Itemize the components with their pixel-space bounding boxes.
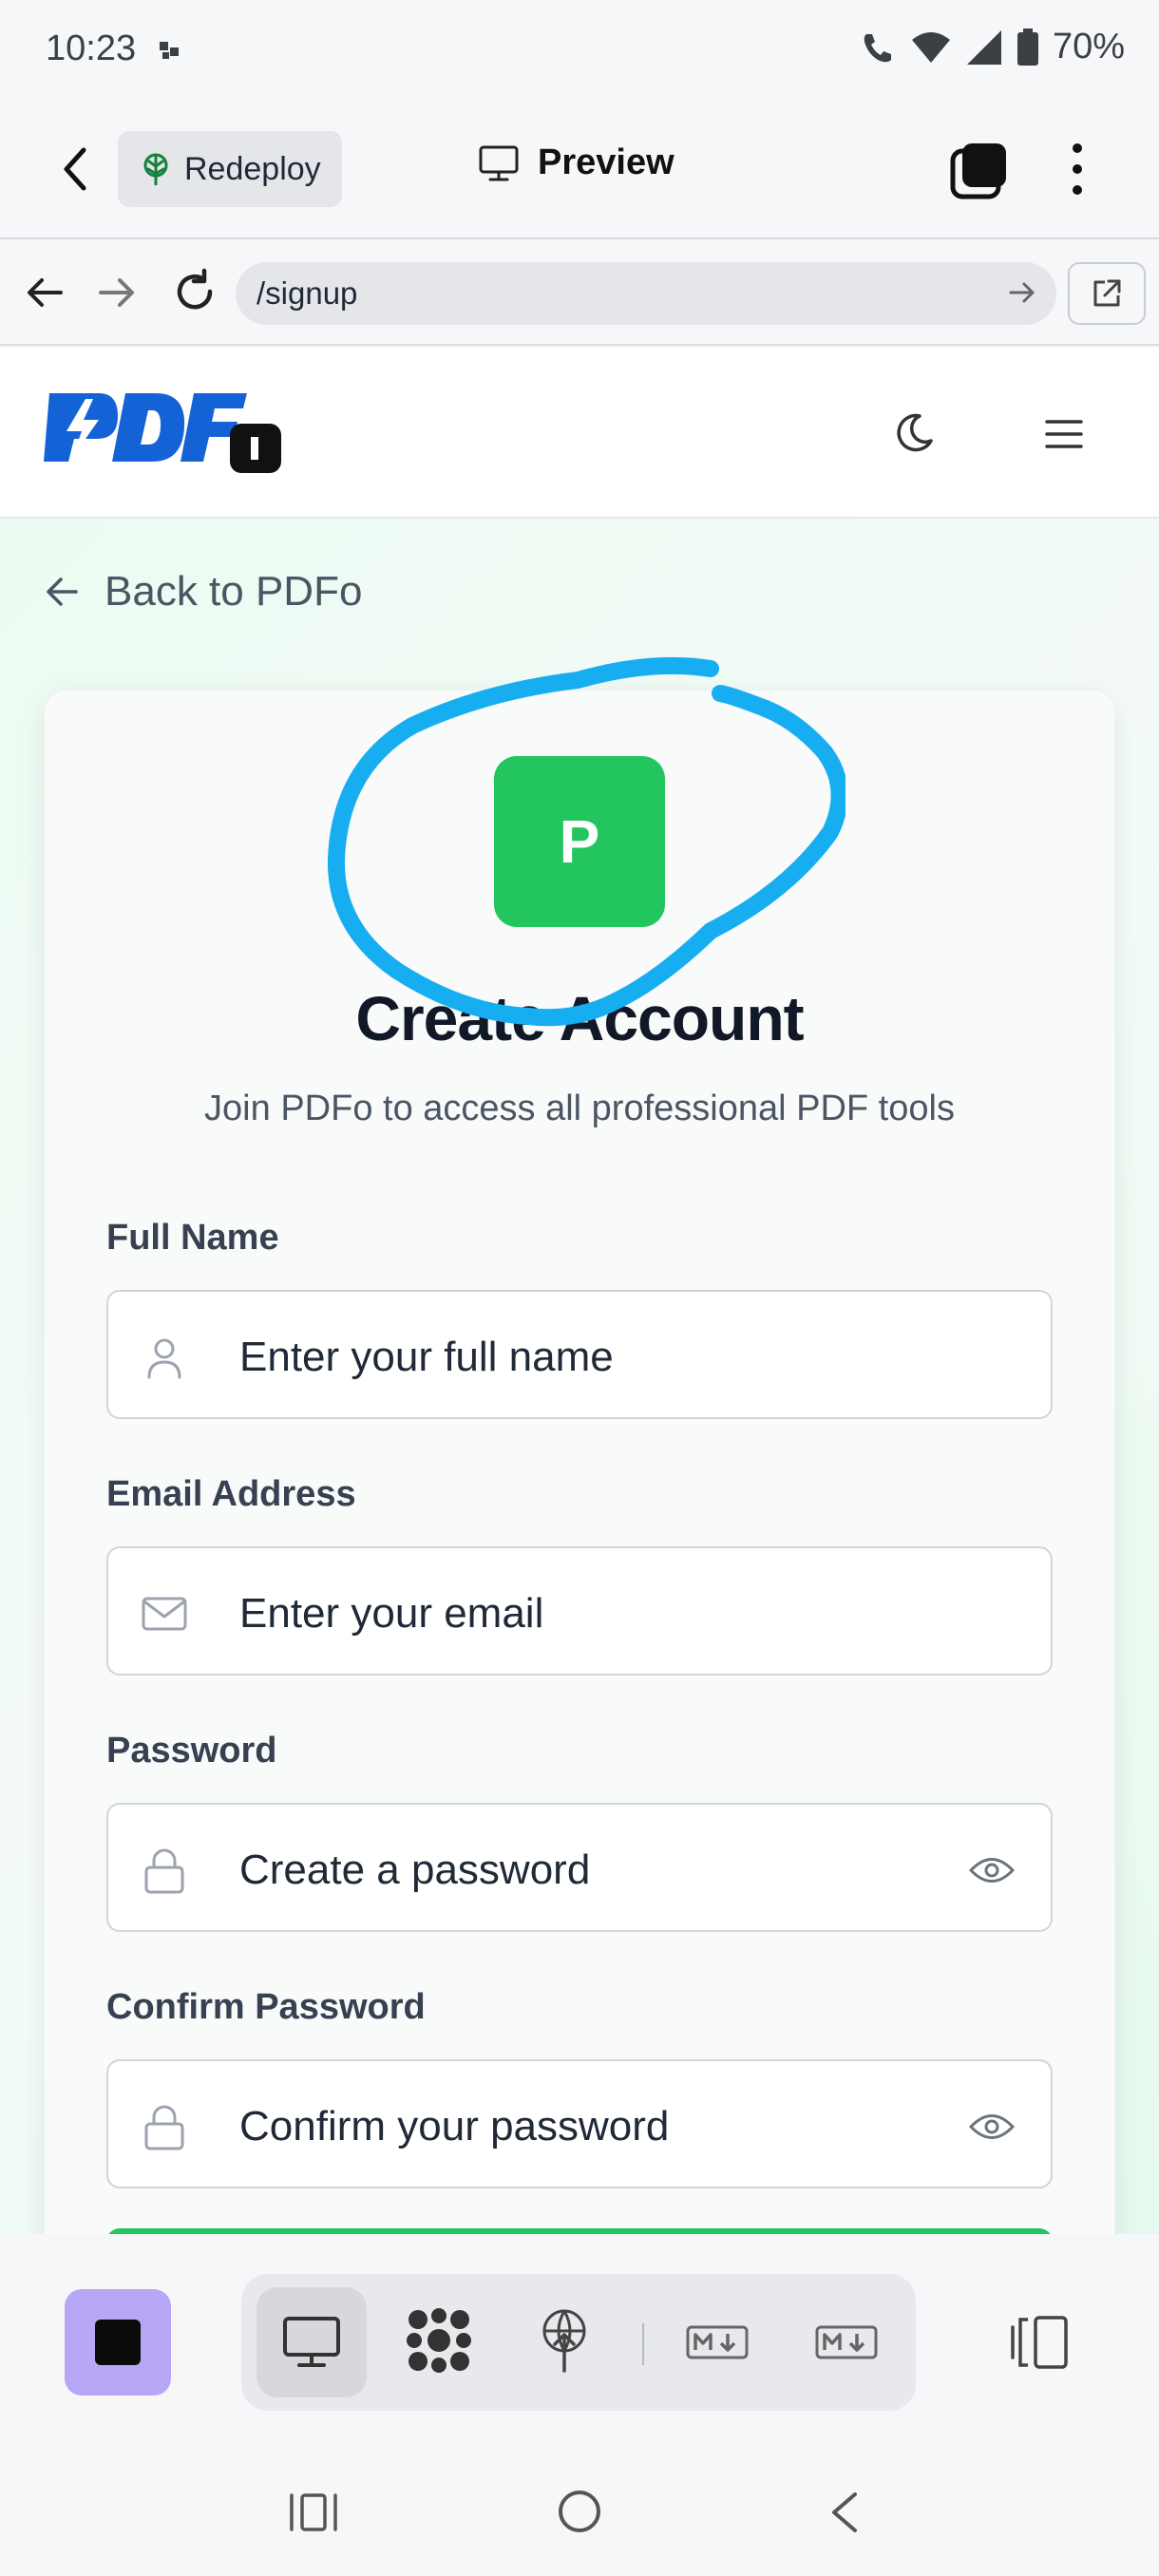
arrow-left-icon: [47, 578, 78, 606]
recent-apps-icon[interactable]: [289, 2492, 338, 2532]
desktop-view-button[interactable]: [256, 2287, 367, 2397]
email-placeholder: Enter your email: [239, 1590, 544, 1637]
pdfo-logo[interactable]: [44, 389, 283, 475]
confirm-password-placeholder: Confirm your password: [239, 2103, 670, 2150]
markdown-icon: [815, 2325, 878, 2359]
user-icon: [147, 1338, 181, 1379]
battery-percent: 70%: [1052, 27, 1125, 66]
markdown-button-1[interactable]: [686, 2325, 749, 2359]
badge-letter: P: [559, 807, 600, 876]
split-view-button[interactable]: [1007, 2314, 1072, 2371]
more-vertical-icon[interactable]: [1066, 141, 1089, 198]
deploy-button[interactable]: [538, 2308, 591, 2373]
notification-icon: [160, 42, 179, 59]
external-link-icon: [1093, 279, 1121, 307]
preview-tab[interactable]: Preview: [479, 142, 674, 183]
globe-upload-icon: [542, 2309, 586, 2373]
browser-forward-icon[interactable]: [97, 274, 137, 312]
battery-icon: [1016, 28, 1038, 66]
page-subtitle: Join PDFo to access all professional PDF…: [204, 1089, 955, 1128]
full-name-placeholder: Enter your full name: [239, 1334, 614, 1380]
moon-icon[interactable]: [891, 410, 937, 456]
toolbar-separator: [642, 2323, 644, 2365]
browser-back-icon[interactable]: [25, 274, 65, 312]
markdown-icon: [686, 2325, 749, 2359]
status-time: 10:23: [46, 28, 137, 68]
stop-icon: [95, 2320, 141, 2365]
lock-icon: [144, 1848, 184, 1894]
password-placeholder: Create a password: [239, 1847, 591, 1893]
confirm-password-label: Confirm Password: [106, 1987, 426, 2027]
blob-grid-icon: [407, 2308, 471, 2373]
eye-icon[interactable]: [969, 2111, 1015, 2143]
url-text: /signup: [256, 275, 358, 311]
go-arrow-icon[interactable]: [1007, 277, 1037, 308]
tabs-icon[interactable]: [950, 141, 1009, 199]
open-external-button[interactable]: [1068, 262, 1146, 325]
components-button[interactable]: [405, 2306, 473, 2375]
stop-button[interactable]: [65, 2289, 171, 2396]
email-input[interactable]: Enter your email: [106, 1546, 1053, 1676]
status-icons: 70%: [859, 27, 1125, 67]
hamburger-menu-icon[interactable]: [1043, 418, 1085, 450]
redeploy-label: Redeploy: [184, 150, 321, 187]
system-back-icon[interactable]: [826, 2491, 861, 2534]
confirm-password-input[interactable]: Confirm your password: [106, 2059, 1053, 2188]
signal-icon: [966, 29, 1001, 65]
full-name-input[interactable]: Enter your full name: [106, 1290, 1053, 1419]
split-panel-icon: [1011, 2316, 1068, 2369]
back-arrow-icon[interactable]: [53, 142, 101, 196]
monitor-icon: [283, 2317, 340, 2367]
full-name-label: Full Name: [106, 1218, 279, 1258]
markdown-button-2[interactable]: [815, 2325, 878, 2359]
lock-icon: [144, 2105, 184, 2150]
mail-icon: [142, 1597, 187, 1631]
email-label: Email Address: [106, 1474, 356, 1514]
redeploy-button[interactable]: Redeploy: [118, 131, 342, 207]
url-field[interactable]: /signup: [236, 262, 1056, 325]
monitor-icon: [479, 145, 519, 180]
wifi-call-icon: [864, 33, 891, 62]
back-to-pdfo-link[interactable]: Back to PDFo: [46, 568, 362, 616]
reload-icon[interactable]: [171, 268, 218, 315]
eye-icon[interactable]: [969, 1854, 1015, 1886]
preview-label: Preview: [538, 142, 674, 182]
wifi-icon: [911, 31, 950, 63]
back-link-label: Back to PDFo: [104, 568, 363, 615]
home-icon[interactable]: [557, 2489, 602, 2534]
page-title: Create Account: [355, 983, 804, 1053]
password-input[interactable]: Create a password: [106, 1803, 1053, 1932]
app-badge: P: [494, 756, 665, 927]
tree-icon: [143, 153, 168, 185]
password-label: Password: [106, 1731, 277, 1771]
